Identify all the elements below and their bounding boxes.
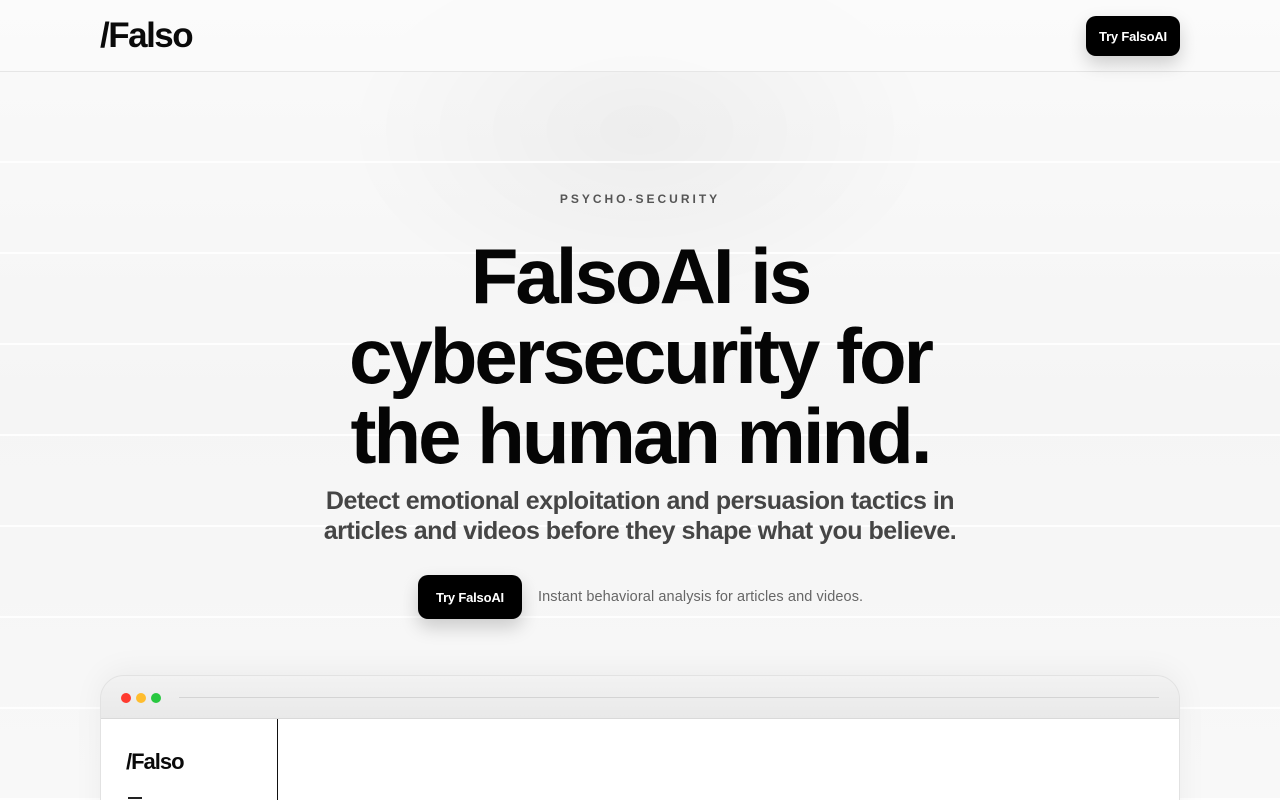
- preview-sidebar: /Falso: [101, 719, 278, 800]
- hero-try-falsoai-button[interactable]: Try FalsoAI: [418, 575, 522, 619]
- brand-logo[interactable]: /Falso: [100, 17, 194, 55]
- app-preview-window: /Falso: [100, 675, 1180, 800]
- hero-headline: FalsoAI is cybersecurity for the human m…: [349, 232, 934, 480]
- window-close-dot: [121, 693, 131, 703]
- hero-eyebrow: PSYCHO-SECURITY: [559, 192, 721, 206]
- preview-app-logo: /Falso: [126, 749, 185, 774]
- hero-cta-note: Instant behavioral analysis for articles…: [538, 589, 864, 605]
- preview-titlebar: [101, 676, 1179, 719]
- nav-try-falsoai-button[interactable]: Try FalsoAI: [1086, 16, 1180, 56]
- hero-cta-row: Try FalsoAI Instant behavioral analysis …: [418, 575, 863, 619]
- preview-app-body: /Falso: [101, 719, 1179, 800]
- top-navbar: /Falso Try FalsoAI: [0, 0, 1280, 72]
- window-minimize-dot: [136, 693, 146, 703]
- window-maximize-dot: [151, 693, 161, 703]
- menu-icon: [128, 797, 142, 799]
- hero-subheadline: Detect emotional exploitation and persua…: [323, 487, 957, 545]
- preview-address-bar: [179, 697, 1159, 698]
